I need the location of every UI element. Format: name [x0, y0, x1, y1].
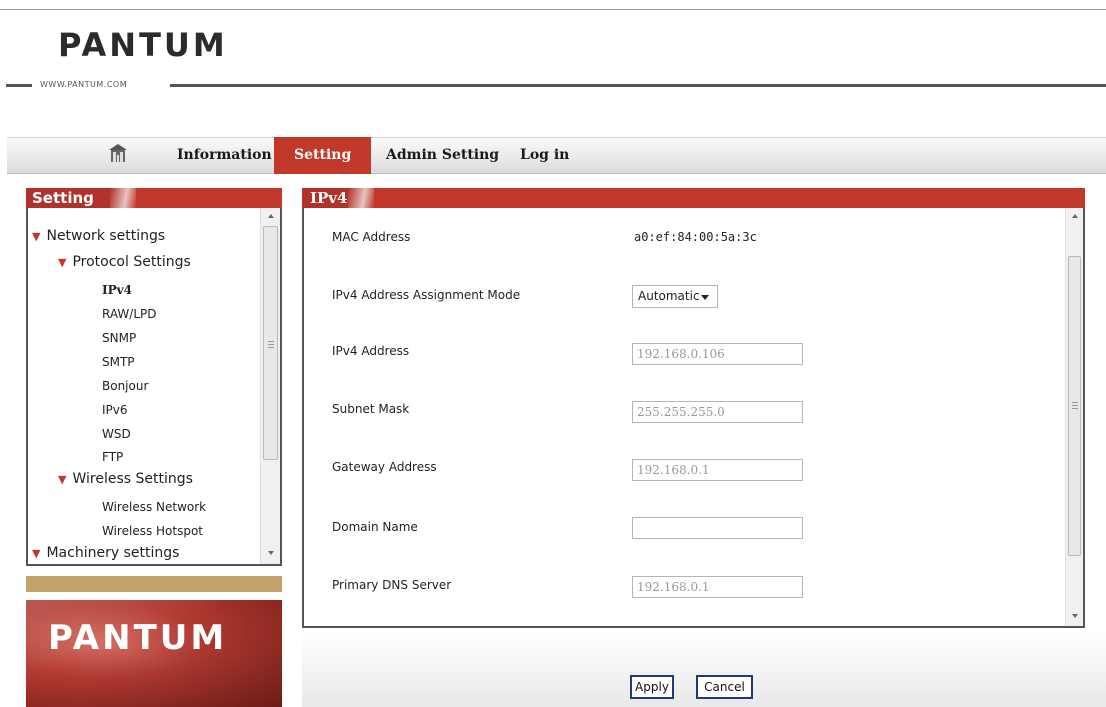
gateway-address-input[interactable]: 192.168.0.1 — [632, 459, 803, 481]
gateway-address-label: Gateway Address — [332, 460, 437, 474]
nav-log-in[interactable]: Log in — [518, 137, 571, 174]
expanded-arrow-icon: ▼ — [58, 473, 67, 486]
top-divider — [0, 9, 1106, 10]
tree-item-raw-lpd[interactable]: RAW/LPD — [102, 307, 156, 321]
tree-item-machinery-settings[interactable]: ▼ Machinery settings — [32, 545, 179, 561]
assignment-mode-select[interactable]: Automatic — [632, 285, 718, 308]
tree-item-wireless-settings[interactable]: ▼ Wireless Settings — [58, 471, 193, 487]
ipv4-settings-panel: MAC Address a0:ef:84:00:5a:3c IPv4 Addre… — [302, 208, 1085, 628]
scroll-down-arrow-icon[interactable] — [1072, 614, 1078, 618]
mac-address-value: a0:ef:84:00:5a:3c — [634, 230, 757, 244]
tree-item-bonjour[interactable]: Bonjour — [102, 379, 148, 393]
sidebar-scrollbar[interactable] — [260, 208, 280, 564]
tree-item-label: Protocol Settings — [72, 254, 191, 270]
cancel-button[interactable]: Cancel — [696, 675, 753, 699]
nav-setting[interactable]: Setting — [274, 137, 372, 174]
ipv4-address-label: IPv4 Address — [332, 344, 410, 358]
tree-item-snmp[interactable]: SNMP — [102, 331, 136, 345]
content-scroll-thumb[interactable] — [1068, 256, 1081, 556]
logo-rule-right — [170, 84, 1106, 87]
tree-item-wireless-network[interactable]: Wireless Network — [102, 500, 206, 514]
logo-rule-left — [6, 84, 32, 87]
content-title: IPv4 — [302, 188, 348, 208]
sidebar-tree-panel: ▼ Network settings ▼ Protocol Settings IPv… — [26, 208, 282, 566]
scroll-up-arrow-icon[interactable] — [1072, 214, 1078, 218]
tree-item-ipv4[interactable]: IPv4 — [102, 283, 132, 297]
tree-item-wsd[interactable]: WSD — [102, 427, 131, 441]
primary-dns-input[interactable]: 192.168.0.1 — [632, 576, 803, 598]
assignment-mode-selected-value: Automatic — [638, 289, 700, 303]
apply-button[interactable]: Apply — [630, 675, 674, 699]
grip-line — [1072, 402, 1078, 403]
tree-item-ftp[interactable]: FTP — [102, 450, 123, 464]
pantum-logo: PANTUM — [58, 26, 228, 64]
expanded-arrow-icon: ▼ — [32, 230, 41, 243]
sidebar-accent-bar — [26, 576, 282, 592]
sidebar-header: Setting — [26, 188, 282, 208]
content-header: IPv4 — [302, 188, 1085, 208]
tree-item-label: Machinery settings — [46, 545, 180, 561]
primary-dns-label: Primary DNS Server — [332, 578, 452, 592]
content-scrollbar[interactable] — [1065, 208, 1083, 626]
tree-item-smtp[interactable]: SMTP — [102, 355, 135, 369]
grip-line — [268, 347, 274, 348]
banner-logo-text: PANTUM — [48, 618, 228, 658]
tree-item-wireless-hotspot[interactable]: Wireless Hotspot — [102, 524, 203, 538]
subnet-mask-label: Subnet Mask — [332, 402, 410, 416]
chevron-down-icon — [701, 295, 709, 300]
pantum-brand-banner: PANTUM — [26, 600, 282, 707]
expanded-arrow-icon: ▼ — [58, 256, 67, 269]
tree-item-ipv6[interactable]: IPv6 — [102, 403, 128, 417]
nav-information[interactable]: Information — [175, 137, 274, 174]
grip-line — [1072, 408, 1078, 409]
expanded-arrow-icon: ▼ — [32, 547, 41, 560]
scroll-up-arrow-icon[interactable] — [268, 214, 274, 218]
tree-item-network-settings[interactable]: ▼ Network settings — [32, 228, 165, 244]
assignment-mode-label: IPv4 Address Assignment Mode — [332, 288, 521, 302]
nav-admin-setting[interactable]: Admin Setting — [384, 137, 501, 174]
action-bar: Apply Cancel — [302, 628, 1106, 707]
sidebar-title: Setting — [26, 188, 110, 208]
domain-name-label: Domain Name — [332, 520, 418, 534]
grip-line — [268, 344, 274, 345]
scroll-down-arrow-icon[interactable] — [268, 551, 274, 555]
tree-item-protocol-settings[interactable]: ▼ Protocol Settings — [58, 254, 191, 270]
subnet-mask-input[interactable]: 255.255.255.0 — [632, 401, 803, 423]
grip-line — [268, 341, 274, 342]
printer-web-console: PANTUM WWW.PANTUM.COM Information Settin… — [0, 0, 1106, 707]
sidebar-scroll-thumb[interactable] — [263, 226, 278, 460]
domain-name-input[interactable] — [632, 517, 803, 539]
tree-item-label: Wireless Settings — [72, 471, 193, 487]
mac-address-label: MAC Address — [332, 230, 411, 244]
tree-item-label: Network settings — [46, 228, 166, 244]
sidebar-header-decoration — [110, 188, 136, 208]
home-icon[interactable] — [108, 143, 128, 163]
brand-url: WWW.PANTUM.COM — [40, 80, 128, 89]
content-header-decoration — [348, 188, 374, 208]
ipv4-address-input[interactable]: 192.168.0.106 — [632, 343, 803, 365]
grip-line — [1072, 405, 1078, 406]
